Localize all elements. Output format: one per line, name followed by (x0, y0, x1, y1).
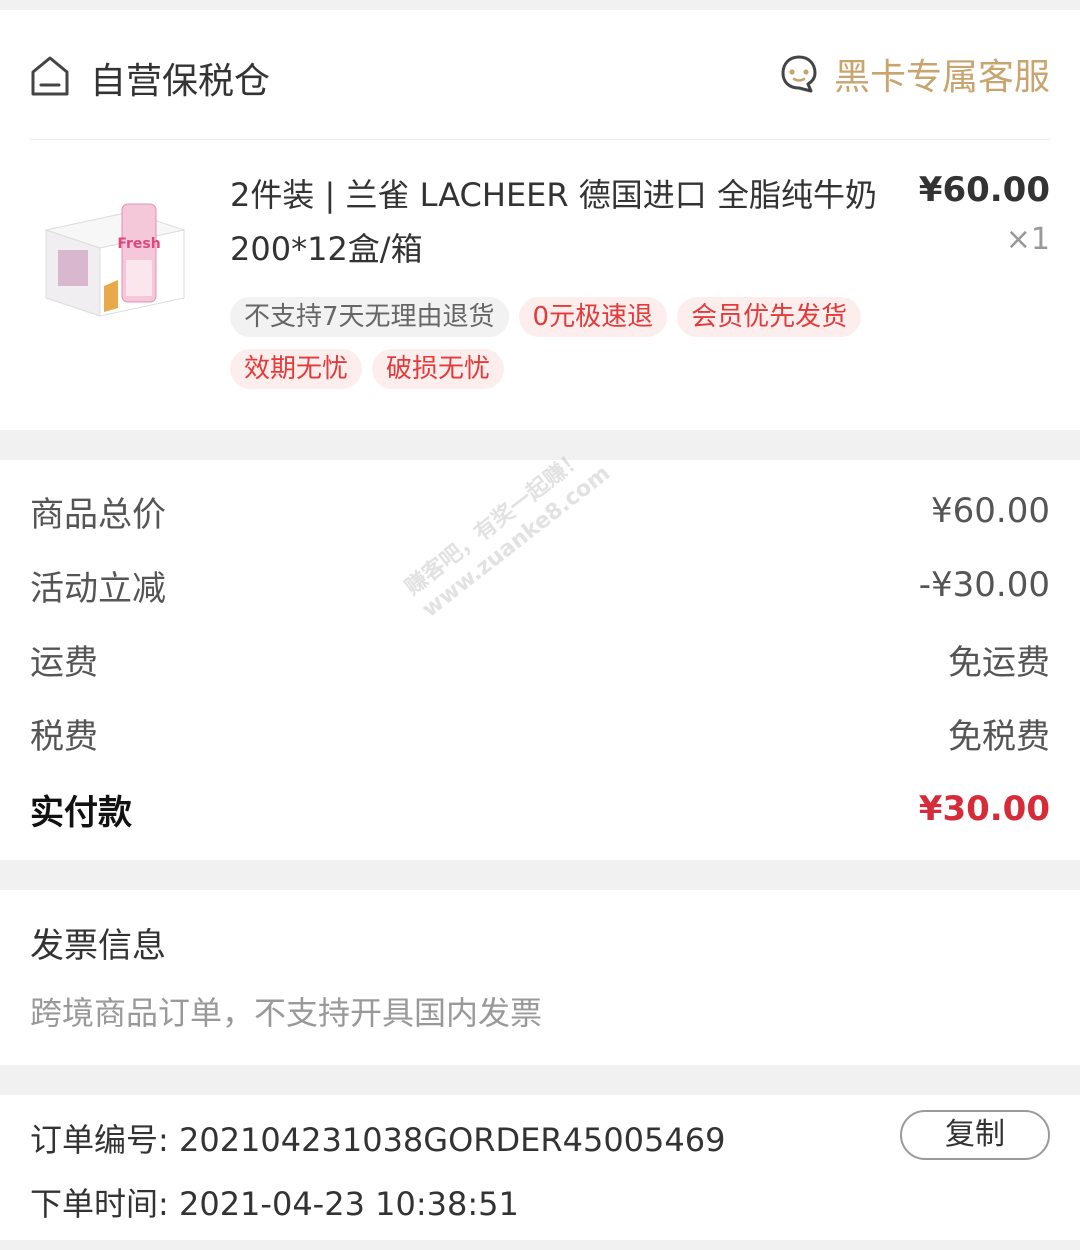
order-info-card: 订单编号: 202104231038GORDER45005469 复制 下单时间… (0, 1095, 1080, 1240)
summary-row-tax: 税费 免税费 (30, 708, 1050, 758)
summary-row-shipping: 运费 免运费 (30, 634, 1050, 684)
tag-damage-guarantee: 破损无忧 (372, 349, 505, 389)
summary-value: ¥60.00 (931, 491, 1050, 531)
summary-value: -¥30.00 (918, 565, 1050, 605)
summary-row-discount: 活动立减 -¥30.00 (30, 560, 1050, 610)
total-label: 实付款 (30, 792, 132, 833)
order-number-value: 202104231038GORDER45005469 (178, 1121, 726, 1159)
store-name[interactable]: 自营保税仓 (90, 52, 270, 104)
price-summary-card: 商品总价 ¥60.00 活动立减 -¥30.00 运费 免运费 税费 免税费 实… (0, 460, 1080, 860)
total-value: ¥30.00 (918, 789, 1050, 829)
product-tags: 不支持7天无理由退货 0元极速退 会员优先发货效期无忧 破损无忧 (230, 297, 980, 401)
order-number: 订单编号: 202104231038GORDER45005469 (30, 1115, 725, 1161)
summary-row-total: 实付款 ¥30.00 (30, 784, 1050, 834)
summary-value: 免运费 (948, 642, 1050, 683)
store-header: 自营保税仓 黑卡专属客服 (30, 10, 1050, 140)
invoice-description: 跨境商品订单，不支持开具国内发票 (30, 994, 543, 1032)
order-number-label: 订单编号: (30, 1121, 179, 1159)
customer-service-button[interactable]: 黑卡专属客服 (778, 52, 1050, 98)
product-quantity: ×1 (1005, 222, 1050, 257)
store-icon (31, 56, 69, 96)
order-time: 下单时间: 2021-04-23 10:38:51 (30, 1179, 519, 1225)
customer-service-icon (781, 55, 817, 93)
order-time-label: 下单时间: (30, 1185, 179, 1223)
tag-no-7day-return: 不支持7天无理由退货 (230, 297, 509, 337)
summary-label: 活动立减 (30, 568, 166, 609)
tag-priority-shipping: 会员优先发货 (677, 297, 862, 337)
tag-expiry-guarantee: 效期无忧 (230, 349, 363, 389)
summary-row-subtotal: 商品总价 ¥60.00 (30, 486, 1050, 536)
product-image[interactable]: Fresh (38, 190, 188, 320)
summary-label: 税费 (30, 716, 98, 757)
store-card: 自营保税仓 黑卡专属客服 Fresh 2件装 | 兰雀 LACHEER 德国进口… (0, 10, 1080, 430)
copy-order-number-button[interactable]: 复制 (900, 1110, 1050, 1160)
product-image-label: Fresh (117, 236, 160, 252)
product-price: ¥60.00 (918, 170, 1050, 210)
summary-value: 免税费 (948, 716, 1050, 757)
invoice-card: 发票信息 跨境商品订单，不支持开具国内发票 (0, 890, 1080, 1065)
product-title[interactable]: 2件装 | 兰雀 LACHEER 德国进口 全脂纯牛奶 200*12盒/箱 (230, 168, 900, 276)
summary-label: 商品总价 (30, 494, 166, 535)
invoice-title: 发票信息 (30, 926, 166, 966)
summary-label: 运费 (30, 642, 98, 683)
customer-service-label: 黑卡专属客服 (833, 57, 1050, 98)
order-time-value: 2021-04-23 10:38:51 (178, 1185, 519, 1223)
tag-fast-refund: 0元极速退 (518, 297, 668, 337)
